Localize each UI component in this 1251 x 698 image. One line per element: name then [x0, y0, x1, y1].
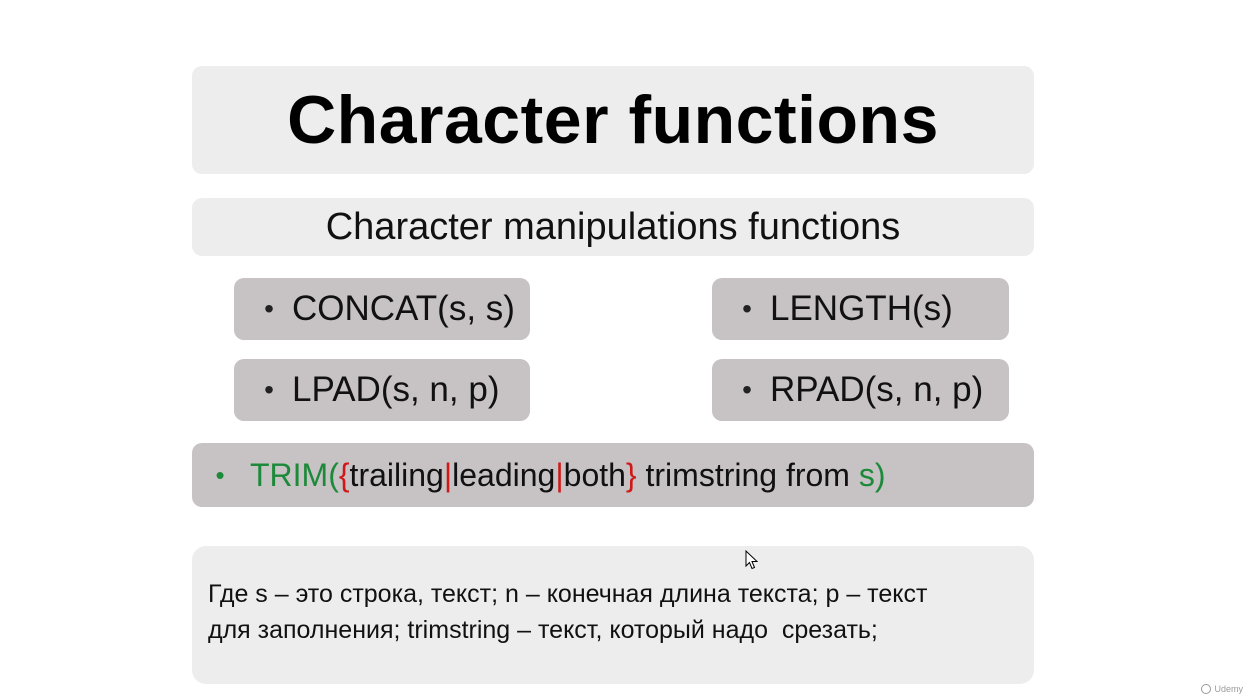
watermark-text: Udemy: [1214, 684, 1243, 694]
separator: |: [443, 456, 453, 493]
trim-arg: s): [858, 456, 886, 493]
open-brace: {: [338, 456, 350, 493]
note-line-2: для заполнения; trimstring – текст, кото…: [208, 616, 878, 644]
bullet: •: [742, 293, 752, 324]
function-label: CONCAT(s, s): [292, 289, 515, 328]
slide-subtitle: Character manipulations functions: [325, 205, 901, 248]
udemy-logo-icon: [1201, 684, 1212, 694]
mouse-cursor-icon: [745, 550, 759, 570]
function-label: RPAD(s, n, p): [770, 370, 984, 409]
trim-middle: trimstring from: [636, 456, 859, 493]
subtitle-box: Character manipulations functions: [192, 198, 1034, 256]
close-brace: }: [625, 456, 637, 493]
function-label: LENGTH(s): [770, 289, 953, 328]
watermark: Udemy: [1201, 684, 1243, 694]
bullet: •: [215, 459, 225, 490]
function-label: LPAD(s, n, p): [292, 370, 500, 409]
function-item-concat: • CONCAT(s, s): [234, 278, 530, 340]
bullet: •: [742, 374, 752, 405]
title-box: Character functions: [192, 66, 1034, 174]
legend-note: Где s – это строка, текст; n – конечная …: [192, 546, 1034, 684]
option-both: both: [563, 456, 626, 493]
option-leading: leading: [452, 456, 556, 493]
function-item-rpad: • RPAD(s, n, p): [712, 359, 1009, 421]
option-trailing: trailing: [349, 456, 444, 493]
separator: |: [555, 456, 564, 493]
slide: Character functions Character manipulati…: [0, 0, 1251, 698]
trim-keyword: TRIM(: [250, 456, 339, 493]
bullet: •: [264, 374, 274, 405]
function-item-length: • LENGTH(s): [712, 278, 1009, 340]
function-item-lpad: • LPAD(s, n, p): [234, 359, 530, 421]
note-line-1: Где s – это строка, текст; n – конечная …: [208, 580, 928, 608]
slide-title: Character functions: [287, 82, 939, 158]
bullet: •: [264, 293, 274, 324]
trim-syntax: TRIM({trailing|leading|both} trimstring …: [250, 457, 886, 494]
trim-syntax-box: • TRIM({trailing|leading|both} trimstrin…: [192, 443, 1034, 507]
